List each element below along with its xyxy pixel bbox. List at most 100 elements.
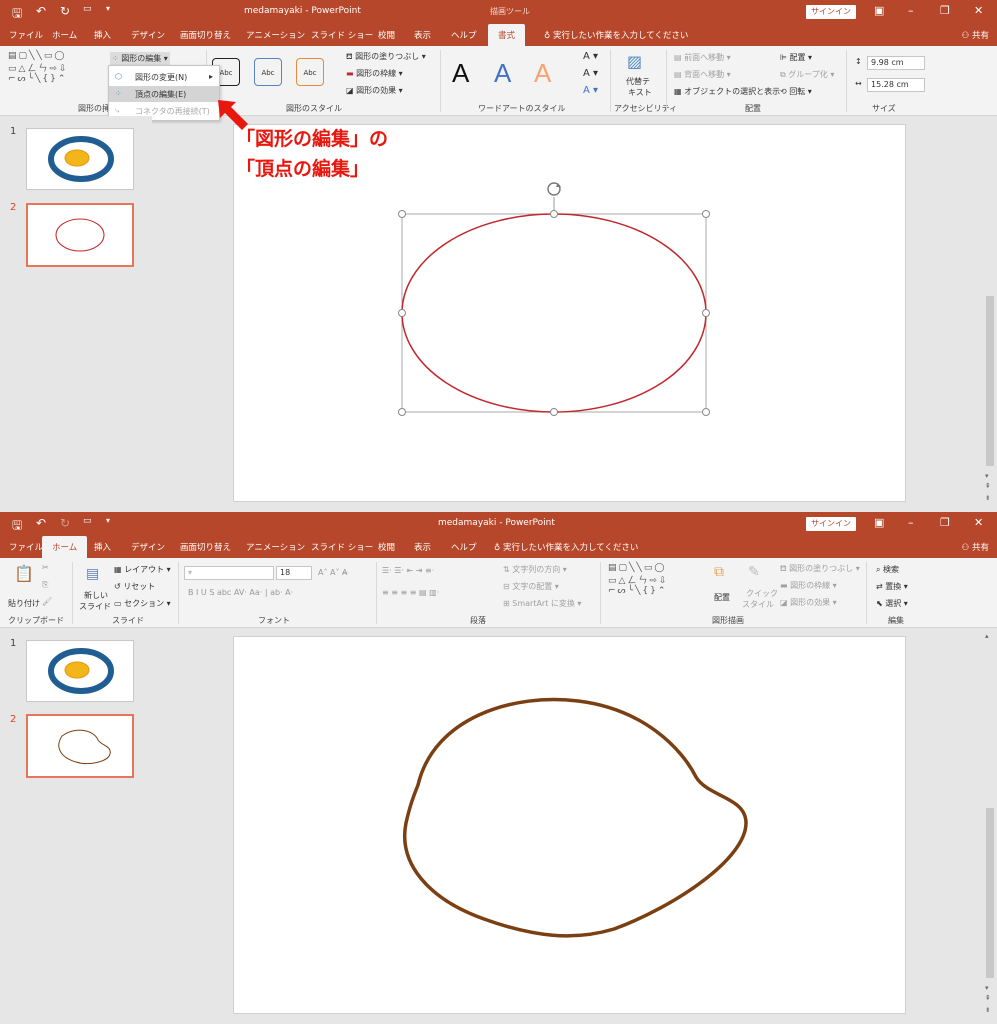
tab-slideshow[interactable]: スライド ショー (311, 541, 373, 553)
arrange-icon[interactable]: ⧉ (714, 564, 724, 580)
tab-review[interactable]: 校閲 (378, 29, 395, 41)
tab-design[interactable]: デザイン (131, 29, 165, 41)
alt-text-label-1[interactable]: 代替テ (626, 76, 650, 87)
tab-view[interactable]: 表示 (414, 29, 431, 41)
quick-styles-label-2[interactable]: スタイル (742, 599, 774, 610)
shape-fill-button[interactable]: ⛾ 図形の塗りつぶし ▾ (346, 51, 426, 62)
scrollbar-thumb[interactable] (986, 808, 994, 978)
tab-animations[interactable]: アニメーション (246, 541, 305, 553)
section-button[interactable]: ▭ セクション ▾ (114, 598, 171, 609)
scroll-down-arrow[interactable]: ▾ (985, 472, 989, 480)
wordart-style-2[interactable]: A (494, 58, 511, 89)
close-icon[interactable]: ✕ (974, 4, 983, 17)
send-backward-button[interactable]: ▤ 背面へ移動 ▾ (674, 69, 731, 80)
format-painter-icon[interactable]: 🖌 (42, 597, 52, 606)
shape-fill-button[interactable]: ⛾ 図形の塗りつぶし ▾ (780, 563, 860, 574)
group-button[interactable]: ⧉ グループ化 ▾ (780, 69, 834, 80)
tab-insert[interactable]: 挿入 (94, 29, 111, 41)
tab-file[interactable]: ファイル (9, 29, 43, 41)
tab-transitions[interactable]: 画面切り替え (180, 29, 231, 41)
slide-thumbnail-2[interactable] (26, 714, 134, 778)
shape-style-2[interactable]: Abc (254, 58, 282, 86)
rotate-button[interactable]: ⟲ 回転 ▾ (780, 86, 812, 97)
ribbon-display-icon[interactable]: ▣ (874, 516, 884, 529)
arrange-label[interactable]: 配置 (714, 592, 730, 603)
shape-style-3[interactable]: Abc (296, 58, 324, 86)
minimize-icon[interactable]: – (908, 516, 914, 529)
new-slide-label-2[interactable]: スライド (79, 601, 111, 612)
tab-file[interactable]: ファイル (9, 541, 43, 553)
minimize-icon[interactable]: – (908, 4, 914, 17)
save-icon[interactable]: 🖫 (12, 516, 22, 537)
wordart-style-3[interactable]: A (534, 58, 551, 89)
next-slide-arrow[interactable]: ⇟ (985, 494, 991, 502)
align-button[interactable]: ⊫ 配置 ▾ (780, 52, 812, 63)
presenter-icon[interactable]: ▭ (83, 4, 92, 14)
tab-insert[interactable]: 挿入 (94, 541, 111, 553)
close-icon[interactable]: ✕ (974, 516, 983, 529)
tab-review[interactable]: 校閲 (378, 541, 395, 553)
shape-outline-button[interactable]: ▬ 図形の枠線 ▾ (780, 580, 837, 591)
slide-thumbnail-1[interactable] (26, 128, 134, 190)
undo-icon[interactable]: ↶ (36, 516, 46, 530)
new-slide-label-1[interactable]: 新しい (84, 590, 108, 601)
undo-icon[interactable]: ↶ (36, 4, 46, 18)
next-slide-arrow[interactable]: ⇟ (985, 1006, 991, 1014)
tell-me-search[interactable]: ♁ 実行したい作業を入力してください (494, 541, 638, 553)
tab-help[interactable]: ヘルプ (451, 541, 477, 553)
signin-button[interactable]: サインイン (806, 517, 856, 531)
reset-button[interactable]: ↺ リセット (114, 581, 155, 592)
shapes-gallery[interactable]: ▤▢╲╲▭◯ ▭△ㄥㄣ⇨⇩ ⌐ᔕ╰╲{}⌃ (608, 563, 669, 596)
paste-label[interactable]: 貼り付け (8, 598, 40, 609)
quick-styles-icon[interactable]: ✎ (748, 564, 760, 580)
ribbon-display-icon[interactable]: ▣ (874, 4, 884, 17)
tab-transitions[interactable]: 画面切り替え (180, 541, 231, 553)
tab-home[interactable]: ホーム (52, 29, 77, 41)
new-slide-icon[interactable]: ▤ (86, 566, 99, 582)
shape-effects-button[interactable]: ◪ 図形の効果 ▾ (346, 85, 403, 96)
slide-canvas[interactable] (233, 636, 906, 1014)
wordart-style-1[interactable]: A (452, 58, 469, 89)
slide-thumbnail-1[interactable] (26, 640, 134, 702)
share-button[interactable]: ⚇ 共有 (962, 541, 989, 553)
height-input[interactable]: 9.98 cm (867, 56, 925, 70)
customize-qat-icon[interactable]: ▾ (106, 4, 110, 13)
smartart-button[interactable]: ⊞ SmartArt に変換 ▾ (503, 598, 581, 609)
tab-home[interactable]: ホーム (42, 536, 88, 558)
freeform-shape[interactable] (234, 637, 907, 1015)
menu-item-edit-points[interactable]: ⁘ 頂点の編集(E) (109, 86, 219, 102)
scroll-down-arrow[interactable]: ▾ (985, 984, 989, 992)
customize-qat-icon[interactable]: ▾ (106, 516, 110, 525)
presenter-icon[interactable]: ▭ (83, 516, 92, 526)
vertical-scrollbar[interactable]: ▴ ▾ ⇞ ⇟ (983, 628, 997, 1024)
scroll-up-arrow[interactable]: ▴ (985, 632, 989, 640)
restore-icon[interactable]: ❐ (940, 4, 950, 17)
scrollbar-thumb[interactable] (986, 296, 994, 466)
selection-pane-button[interactable]: ▦ オブジェクトの選択と表示 (674, 86, 780, 97)
vertical-scrollbar[interactable]: ▾ ⇞ ⇟ (983, 116, 997, 512)
font-name-input[interactable]: ▾ (184, 566, 274, 580)
paste-icon[interactable]: 📋 (14, 564, 34, 583)
tab-animations[interactable]: アニメーション (246, 29, 305, 41)
tab-view[interactable]: 表示 (414, 541, 431, 553)
share-button[interactable]: ⚇ 共有 (962, 29, 989, 41)
selected-ellipse-shape[interactable] (234, 125, 907, 503)
tab-format[interactable]: 書式 (488, 24, 526, 46)
alt-text-label-2[interactable]: キスト (628, 87, 652, 98)
font-size-input[interactable]: 18 (276, 566, 312, 580)
edit-shape-button[interactable]: ⁘ 図形の編集 ▾ (110, 52, 170, 65)
width-input[interactable]: 15.28 cm (867, 78, 925, 92)
list-icons[interactable]: ☰· ☰· ⇤ ⇥ ≡· (382, 566, 434, 575)
shape-effects-button[interactable]: ◪ 図形の効果 ▾ (780, 597, 837, 608)
text-direction-button[interactable]: ⇅ 文字列の方向 ▾ (503, 564, 567, 575)
text-outline-icon[interactable]: A ▾ (583, 68, 598, 79)
menu-item-change-shape[interactable]: ⬡ 図形の変更(N) ▸ (109, 69, 219, 85)
align-text-button[interactable]: ⊟ 文字の配置 ▾ (503, 581, 559, 592)
redo-icon[interactable]: ↻ (60, 4, 70, 18)
tab-help[interactable]: ヘルプ (451, 29, 477, 41)
replace-button[interactable]: ⇄ 置換 ▾ (876, 581, 908, 592)
grow-font-icon[interactable]: A˄ A˅ A̶ (318, 568, 348, 577)
find-button[interactable]: ⌕ 検索 (876, 564, 899, 575)
alt-text-icon[interactable]: ▨ (627, 52, 642, 71)
redo-icon[interactable]: ↻ (60, 516, 70, 530)
